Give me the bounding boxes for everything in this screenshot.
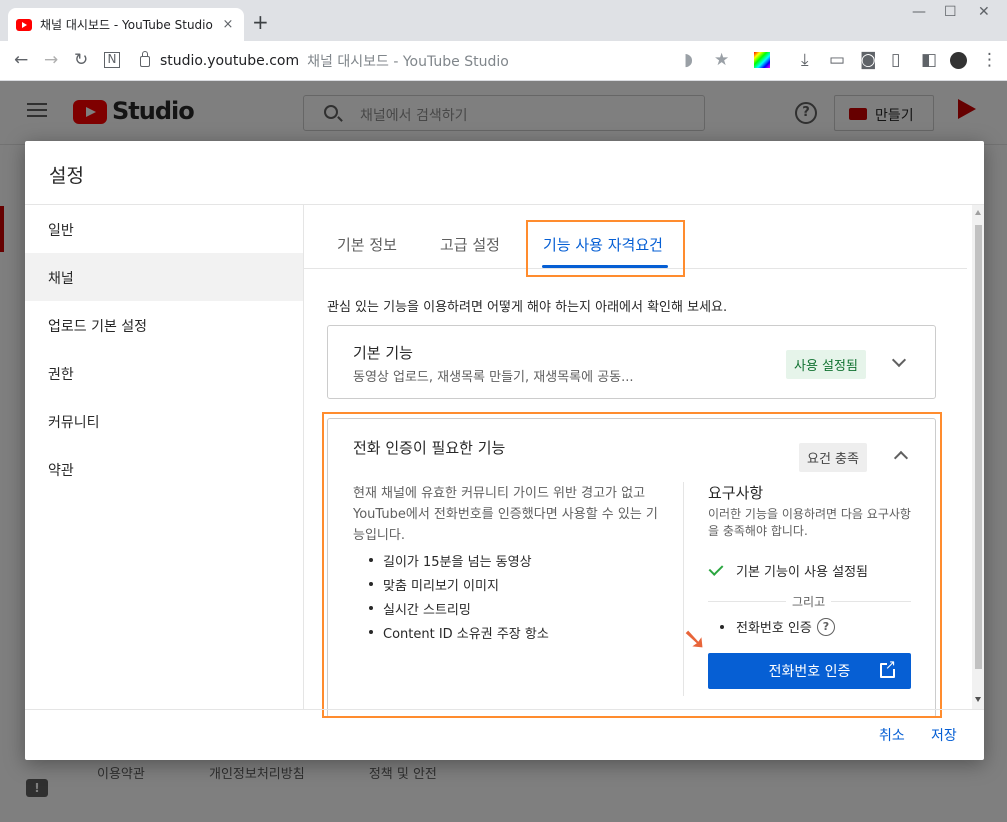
settings-sidebar: 일반 채널 업로드 기본 설정 권한 커뮤니티 약관 [25, 205, 304, 709]
back-icon[interactable]: ← [14, 50, 28, 70]
profile-avatar-icon[interactable] [950, 52, 967, 69]
bookmark-star-icon[interactable]: ★ [714, 50, 729, 70]
shield-icon[interactable]: ◗ [684, 50, 693, 70]
cancel-button[interactable]: 취소 [879, 725, 905, 745]
reader-icon[interactable]: ▯ [891, 50, 900, 70]
forward-icon[interactable]: → [44, 50, 58, 70]
camera-icon[interactable]: ◙ [860, 50, 877, 70]
window-close-icon[interactable]: ✕ [978, 4, 990, 20]
reload-icon[interactable]: ↻ [74, 50, 88, 70]
scroll-up-icon[interactable] [975, 210, 981, 215]
menu-kebab-icon[interactable]: ⋮ [981, 50, 998, 70]
divider [25, 709, 984, 710]
youtube-favicon-icon [16, 18, 32, 31]
browser-toolbar: ← → ↻ N studio.youtube.com 채널 대시보드 - You… [0, 41, 1007, 81]
status-badge-enabled: 사용 설정됨 [786, 350, 866, 379]
browser-tab-title: 채널 대시보드 - YouTube Studio [40, 18, 213, 32]
minimize-icon[interactable]: — [912, 4, 926, 20]
browser-tab-strip: 채널 대시보드 - YouTube Studio × + — ☐ ✕ [0, 0, 1007, 41]
color-picker-icon[interactable] [754, 52, 770, 68]
basic-features-title: 기본 기능 [353, 344, 413, 362]
save-button[interactable]: 저장 [931, 725, 957, 745]
settings-main-panel: 기본 정보 고급 설정 기능 사용 자격요건 관심 있는 기능을 이용하려면 어… [304, 205, 984, 718]
scroll-down-icon[interactable] [975, 697, 981, 702]
tab-basic-info[interactable]: 기본 정보 [337, 234, 397, 255]
sidebar-item-general[interactable]: 일반 [25, 205, 303, 253]
scrollbar-thumb[interactable] [975, 225, 982, 669]
video-capture-icon[interactable]: ▭ [829, 50, 845, 70]
sidebar-item-upload-defaults[interactable]: 업로드 기본 설정 [25, 301, 303, 349]
url-text: studio.youtube.com [160, 53, 300, 69]
address-bar[interactable]: studio.youtube.com 채널 대시보드 - YouTube Stu… [140, 47, 680, 75]
tab-close-icon[interactable]: × [220, 17, 236, 32]
sidebar-item-permissions[interactable]: 권한 [25, 349, 303, 397]
eligibility-intro: 관심 있는 기능을 이용하려면 어떻게 해야 하는지 아래에서 확인해 보세요. [327, 300, 728, 315]
sidebar-icon[interactable]: ◧ [921, 50, 937, 70]
lock-icon [140, 50, 150, 67]
scrollbar[interactable] [972, 205, 984, 709]
dialog-title: 설정 [49, 165, 84, 187]
notion-icon[interactable]: N [104, 52, 120, 68]
basic-features-card[interactable]: 기본 기능 동영상 업로드, 재생목록 만들기, 재생목록에 공동... 사용 … [327, 325, 936, 399]
browser-tab[interactable]: 채널 대시보드 - YouTube Studio × [8, 8, 244, 41]
sidebar-item-agreements[interactable]: 약관 [25, 445, 303, 493]
settings-dialog: 설정 일반 채널 업로드 기본 설정 권한 커뮤니티 약관 기본 정보 고급 설… [25, 141, 984, 760]
basic-features-subtitle: 동영상 업로드, 재생목록 만들기, 재생목록에 공동... [353, 370, 634, 385]
tab-advanced-settings[interactable]: 고급 설정 [440, 234, 500, 255]
download-icon[interactable]: ⤓ [801, 50, 809, 70]
chevron-down-icon[interactable] [891, 352, 907, 368]
sidebar-item-channel[interactable]: 채널 [25, 253, 303, 301]
maximize-icon[interactable]: ☐ [944, 4, 957, 20]
highlight-box-card [322, 412, 942, 718]
new-tab-button[interactable]: + [252, 12, 269, 32]
url-page-title: 채널 대시보드 - YouTube Studio [307, 54, 509, 70]
sidebar-item-community[interactable]: 커뮤니티 [25, 397, 303, 445]
highlight-box-tab [526, 220, 685, 277]
